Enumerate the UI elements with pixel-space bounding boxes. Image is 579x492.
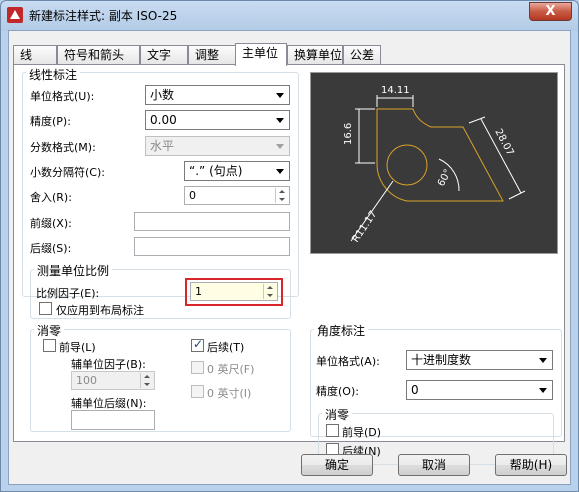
fraction-format-label: 分数格式(M): (30, 141, 96, 154)
precision-label: 精度(P): (30, 115, 71, 128)
decimal-separator-select[interactable]: “.” (句点) (184, 161, 290, 181)
help-button[interactable]: 帮助(H) (495, 454, 567, 476)
preview-dim-right: 28.07 (492, 127, 515, 157)
sub-unit-suffix-input[interactable] (71, 410, 155, 430)
precision-select[interactable]: 0.00 (145, 110, 290, 130)
chevron-down-icon (276, 118, 284, 123)
suffix-input[interactable] (134, 237, 290, 256)
angular-leading-checkbox[interactable] (326, 424, 339, 437)
trailing-zero-label: 后续(T) (207, 341, 245, 354)
round-off-input[interactable]: 0 (184, 186, 290, 205)
preview-dim-radius: R11.17 (350, 209, 379, 245)
chevron-down-icon (276, 169, 284, 174)
fraction-format-select[interactable]: 水平 (145, 136, 290, 156)
dialog-client: 线 符号和箭头 文字 调整 主单位 换算单位 公差 线性标注 单位格式(U): … (8, 30, 571, 485)
autocad-logo-icon (7, 7, 23, 23)
ok-button[interactable]: 确定 (301, 454, 373, 476)
zero-inches-checkbox[interactable] (191, 385, 204, 398)
preview-dim-angle: 60° (436, 168, 454, 189)
chevron-down-icon (539, 388, 547, 393)
close-button[interactable]: X (529, 2, 572, 21)
scale-factor-spinner[interactable] (263, 284, 276, 299)
layout-only-checkbox[interactable] (39, 302, 52, 315)
preview-geometry (376, 108, 504, 202)
round-off-label: 舍入(R): (30, 191, 72, 204)
sub-unit-factor-spinner[interactable] (140, 373, 153, 388)
angular-precision-label: 精度(O): (316, 385, 359, 398)
leading-zero-checkbox[interactable] (43, 339, 56, 352)
scale-factor-label: 比例因子(E): (36, 287, 100, 300)
angular-leading-label: 前导(D) (342, 426, 382, 439)
unit-format-label: 单位格式(U): (30, 90, 95, 103)
prefix-input[interactable] (134, 212, 290, 231)
sub-unit-factor-input[interactable]: 100 (71, 371, 155, 390)
tab-text[interactable]: 文字 (140, 45, 188, 65)
suffix-label: 后缀(S): (30, 242, 72, 255)
prefix-label: 前缀(X): (30, 217, 72, 230)
dimension-preview: 14.11 16.6 28.07 60° R11.17 (310, 72, 558, 254)
zero-feet-checkbox[interactable] (191, 361, 204, 374)
tab-alternate-units[interactable]: 换算单位 (287, 45, 343, 65)
window-title: 新建标注样式: 副本 ISO-25 (29, 9, 178, 23)
zero-inches-label: 0 英寸(I) (207, 387, 252, 400)
zero-feet-label: 0 英尺(F) (207, 363, 255, 376)
sub-unit-suffix-label: 辅单位后缀(N): (71, 397, 147, 410)
preview-dim-left: 16.6 (343, 123, 354, 145)
chevron-down-icon (276, 93, 284, 98)
angular-unit-format-select[interactable]: 十进制度数 (406, 350, 553, 370)
linear-dimensions-title: 线性标注 (26, 66, 81, 83)
chevron-down-icon (539, 358, 547, 363)
layout-only-label: 仅应用到布局标注 (56, 304, 144, 317)
angular-dimensions-title: 角度标注 (314, 322, 369, 339)
preview-dim-top: 14.11 (381, 85, 410, 96)
measurement-scale-title: 测量单位比例 (34, 262, 113, 279)
preview-drawing: 14.11 16.6 28.07 60° R11.17 (343, 85, 526, 245)
title-bar[interactable]: 新建标注样式: 副本 ISO-25 X (1, 1, 578, 29)
cancel-button[interactable]: 取消 (398, 454, 470, 476)
tab-primary-units[interactable]: 主单位 (235, 43, 287, 66)
angular-zero-suppression-title: 消零 (322, 406, 353, 423)
angular-unit-format-label: 单位格式(A): (316, 355, 380, 368)
tab-tolerances[interactable]: 公差 (343, 45, 381, 65)
angular-precision-select[interactable]: 0 (406, 380, 553, 400)
tab-symbols-arrows[interactable]: 符号和箭头 (57, 45, 140, 65)
tab-fit[interactable]: 调整 (188, 45, 236, 65)
zero-suppression-title: 消零 (34, 322, 65, 339)
dialog-window: 新建标注样式: 副本 ISO-25 X 线 符号和箭头 文字 调整 主单位 换算… (0, 0, 579, 492)
leading-zero-label: 前导(L) (59, 341, 96, 354)
trailing-zero-checkbox[interactable] (191, 337, 204, 352)
decimal-separator-label: 小数分隔符(C): (30, 166, 105, 179)
sub-unit-factor-label: 辅单位因子(B): (71, 358, 146, 371)
tab-lines[interactable]: 线 (13, 45, 57, 65)
round-off-spinner[interactable] (275, 188, 288, 203)
chevron-down-icon (276, 144, 284, 149)
primary-units-panel: 线性标注 单位格式(U): 小数 精度(P): 0.00 分数格式(M): 水平… (13, 64, 565, 465)
unit-format-select[interactable]: 小数 (145, 85, 290, 105)
scale-factor-input[interactable]: 1 (190, 282, 278, 301)
